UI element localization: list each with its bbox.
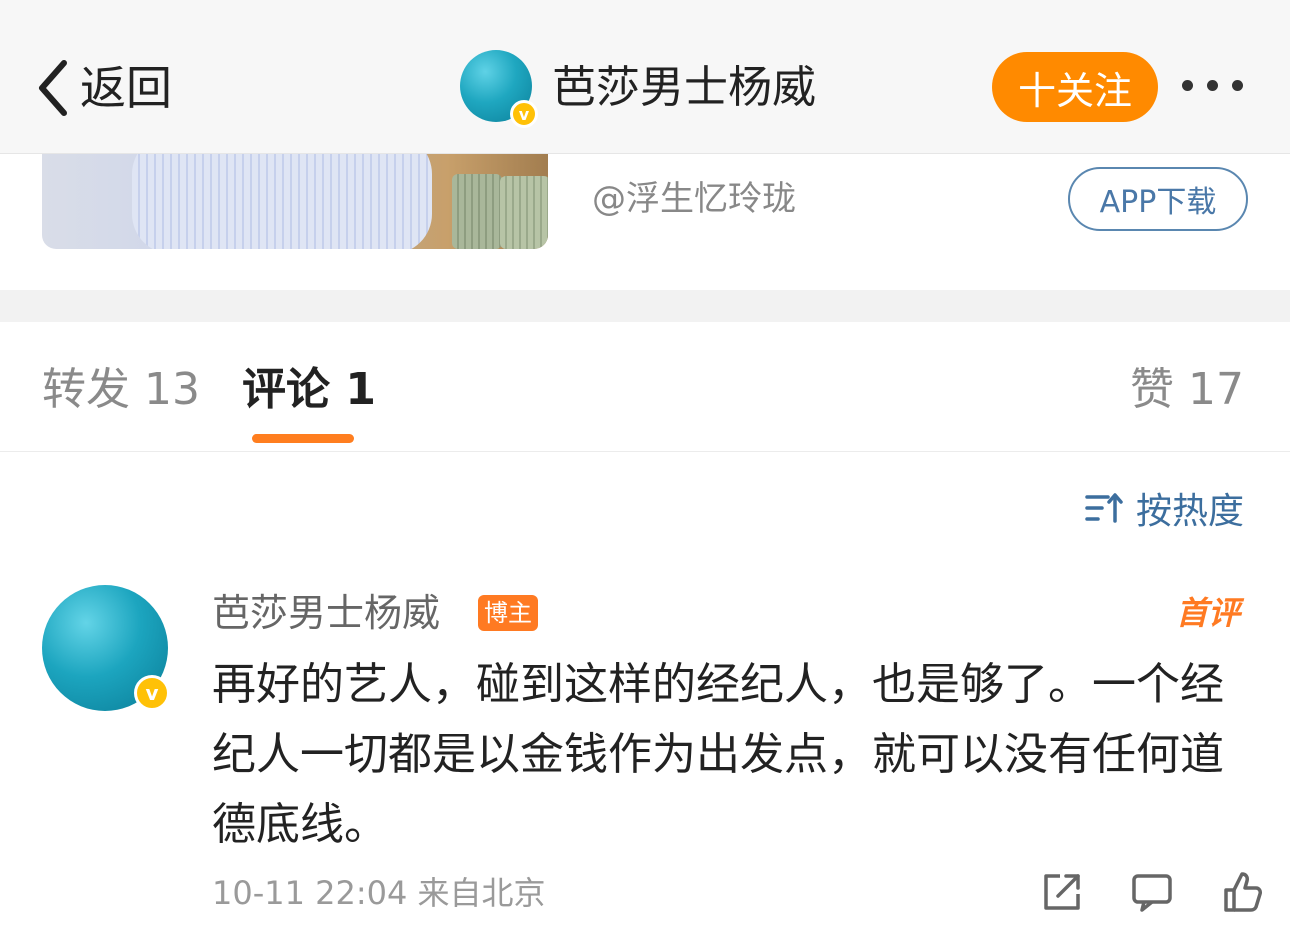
- tab-repost[interactable]: 转发 13: [42, 362, 200, 418]
- comment-text: 再好的艺人，碰到这样的经纪人，也是够了。一个经纪人一切都是以金钱作为出发点，就可…: [212, 659, 1224, 850]
- interaction-tabs: 转发 13 评论 1 赞 17: [0, 322, 1290, 452]
- sort-label: 按热度: [1135, 491, 1244, 532]
- tab-comment[interactable]: 评论 1: [242, 362, 376, 418]
- back-button[interactable]: 返回: [36, 56, 172, 120]
- more-options-icon[interactable]: [1182, 80, 1243, 91]
- section-divider: [0, 290, 1290, 322]
- top-navigation-bar: 返回 v 芭莎男士杨威 十关注: [0, 0, 1290, 154]
- comment-icon[interactable]: [1128, 868, 1176, 916]
- active-tab-indicator: [252, 434, 354, 443]
- post-image-thumbnail[interactable]: [42, 154, 548, 249]
- header-avatar[interactable]: v: [460, 50, 538, 128]
- app-download-button[interactable]: APP下载: [1068, 167, 1248, 231]
- first-comment-badge: 首评: [1175, 594, 1240, 632]
- sort-icon: [1085, 493, 1123, 523]
- chevron-left-icon: [39, 60, 67, 116]
- author-tag-badge: 博主: [478, 595, 538, 631]
- comment-actions: [1038, 868, 1266, 916]
- header-title[interactable]: 芭莎男士杨威: [552, 60, 816, 116]
- source-author-link[interactable]: @浮生忆玲珑: [592, 176, 796, 222]
- comment-author-avatar[interactable]: v: [42, 585, 170, 711]
- follow-button[interactable]: 十关注: [992, 52, 1158, 122]
- share-icon[interactable]: [1038, 868, 1086, 916]
- sort-by-hot-button[interactable]: 按热度: [1084, 482, 1244, 534]
- comment-meta: 10-11 22:04 来自北京: [212, 874, 546, 912]
- verified-badge-icon: v: [510, 100, 538, 128]
- verified-badge-icon: v: [134, 675, 170, 711]
- comment-author-name[interactable]: 芭莎男士杨威: [212, 588, 440, 638]
- tab-like[interactable]: 赞 17: [1130, 362, 1244, 418]
- back-label: 返回: [80, 61, 172, 115]
- like-icon[interactable]: [1218, 868, 1266, 916]
